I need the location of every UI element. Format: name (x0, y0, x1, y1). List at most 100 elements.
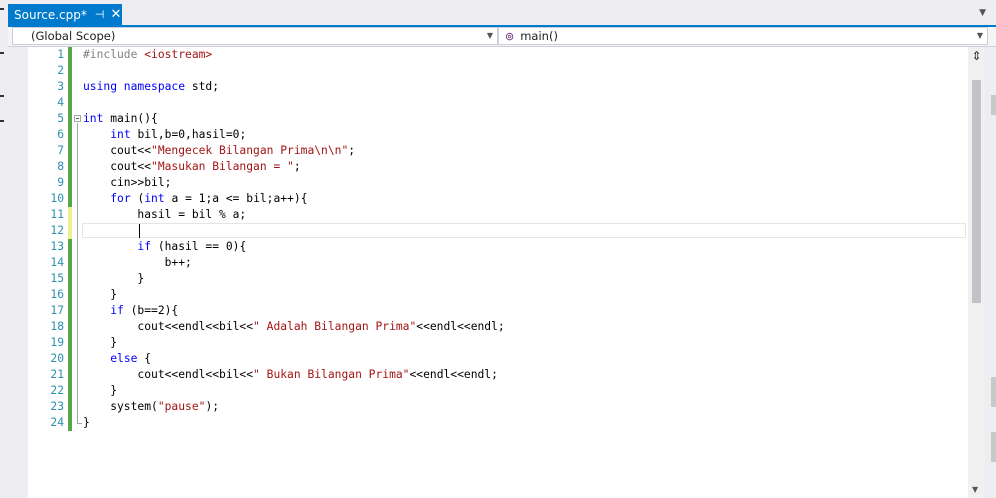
code-line[interactable]: 13 if (hasil == 0){ (28, 239, 968, 255)
line-number: 6 (57, 128, 64, 141)
line-number: 2 (57, 64, 64, 77)
code-token: ; (348, 144, 356, 157)
code-line[interactable]: 22 } (28, 383, 968, 399)
scroll-down-icon[interactable]: ▼ (972, 485, 978, 494)
change-indicator (68, 399, 72, 415)
code-line[interactable]: 15 } (28, 271, 968, 287)
editor-left-margin (8, 47, 28, 498)
code-token: (b==2){ (130, 304, 179, 317)
line-number: 22 (50, 384, 64, 397)
vertical-scrollbar[interactable]: ⇕ ▼ (968, 47, 985, 498)
code-editor[interactable]: 1 #include <iostream> 2 3 using namespace st… (28, 47, 968, 498)
code-line[interactable]: 3 using namespace std; (28, 79, 968, 95)
code-token: ); (205, 400, 220, 413)
code-line[interactable]: 12 (28, 223, 968, 239)
change-indicator (68, 143, 72, 159)
code-token: int (144, 192, 172, 205)
change-indicator (68, 319, 72, 335)
code-token: { (144, 352, 152, 365)
code-token: "Mengecek Bilangan Prima\n\n" (151, 144, 349, 157)
line-number: 15 (50, 272, 64, 285)
outline-guide (74, 239, 82, 255)
code-token: cin>>bil; (83, 176, 172, 189)
outline-guide (74, 79, 82, 95)
code-line[interactable]: 5 int main(){ (28, 111, 968, 127)
change-indicator (68, 303, 72, 319)
code-token: cout<<endl<<bil<< (83, 320, 254, 333)
outline-guide (74, 63, 82, 79)
code-line[interactable]: 14 b++; (28, 255, 968, 271)
code-text: } (83, 287, 117, 303)
code-token: for (110, 192, 138, 205)
strip-block (991, 377, 996, 407)
code-token: <<endl<<endl; (416, 320, 505, 333)
outline-guide (74, 191, 82, 207)
code-token: cout<< (83, 144, 152, 157)
close-icon[interactable]: ✕ (110, 7, 121, 22)
change-indicator (68, 111, 72, 127)
line-number: 1 (57, 48, 64, 61)
code-line[interactable]: 24} (28, 415, 968, 431)
code-line[interactable]: 20 else { (28, 351, 968, 367)
scope-dropdown[interactable]: (Global Scope) ▼ (12, 27, 498, 45)
code-text: } (83, 415, 90, 431)
line-number: 16 (50, 288, 64, 301)
code-line[interactable]: 6 int bil,b=0,hasil=0; (28, 127, 968, 143)
code-token: " Bukan Bilangan Prima" (253, 368, 410, 381)
code-lines: 1 #include <iostream> 2 3 using namespace st… (28, 47, 968, 431)
code-text: cout<<"Masukan Bilangan = "; (83, 159, 300, 175)
outline-guide (74, 383, 82, 399)
member-dropdown[interactable]: ⊚ main() ▼ (498, 27, 988, 45)
strip-block (991, 95, 996, 115)
code-token: "pause" (157, 400, 206, 413)
line-number: 11 (50, 208, 64, 221)
code-line[interactable]: 21 cout<<endl<<bil<<" Bukan Bilangan Pri… (28, 367, 968, 383)
line-number: 8 (57, 160, 64, 173)
code-token: (hasil == 0){ (157, 240, 247, 253)
code-line[interactable]: 17 if (b==2){ (28, 303, 968, 319)
strip-block (991, 432, 996, 462)
code-text: else { (83, 351, 151, 367)
code-text: cin>>bil; (83, 175, 171, 191)
code-line[interactable]: 9 cin>>bil; (28, 175, 968, 191)
code-text: } (83, 271, 144, 287)
code-line[interactable]: 19 } (28, 335, 968, 351)
code-token: hasil = bil % a; (83, 208, 247, 221)
code-line[interactable]: 23 system("pause"); (28, 399, 968, 415)
code-line[interactable]: 4 (28, 95, 968, 111)
code-line[interactable]: 2 (28, 63, 968, 79)
line-number: 23 (50, 400, 64, 413)
code-line[interactable]: 16 } (28, 287, 968, 303)
code-text: for (int a = 1;a <= bil;a++){ (83, 191, 307, 207)
tab-source-cpp[interactable]: Source.cpp* ⊣ ✕ (8, 4, 122, 25)
change-indicator (68, 415, 72, 431)
current-line-highlight (82, 223, 966, 238)
line-number: 20 (50, 352, 64, 365)
collapse-icon[interactable] (74, 111, 82, 127)
change-indicator (68, 63, 72, 79)
line-number: 13 (50, 240, 64, 253)
outline-guide (74, 367, 82, 383)
member-label: main() (520, 29, 558, 43)
code-text: b++; (83, 255, 192, 271)
pin-icon[interactable]: ⊣ (95, 8, 105, 21)
split-window-icon[interactable]: ⇕ (970, 49, 983, 63)
scrollbar-thumb[interactable] (972, 80, 981, 303)
code-line[interactable]: 7 cout<<"Mengecek Bilangan Prima\n\n"; (28, 143, 968, 159)
code-token: using namespace (83, 80, 192, 93)
change-indicator (68, 175, 72, 191)
function-icon: ⊚ (505, 29, 515, 43)
line-number: 12 (50, 224, 64, 237)
code-line[interactable]: 10 for (int a = 1;a <= bil;a++){ (28, 191, 968, 207)
chevron-down-icon: ▼ (976, 31, 983, 40)
code-line[interactable]: 18 cout<<endl<<bil<<" Adalah Bilangan Pr… (28, 319, 968, 335)
code-token: } (83, 288, 118, 301)
outline-guide (74, 271, 82, 287)
code-line[interactable]: 1 #include <iostream> (28, 47, 968, 63)
tab-overflow-dropdown-icon[interactable]: ▼ (979, 8, 986, 18)
code-line[interactable]: 8 cout<<"Masukan Bilangan = "; (28, 159, 968, 175)
code-line[interactable]: 11 hasil = bil % a; (28, 207, 968, 223)
